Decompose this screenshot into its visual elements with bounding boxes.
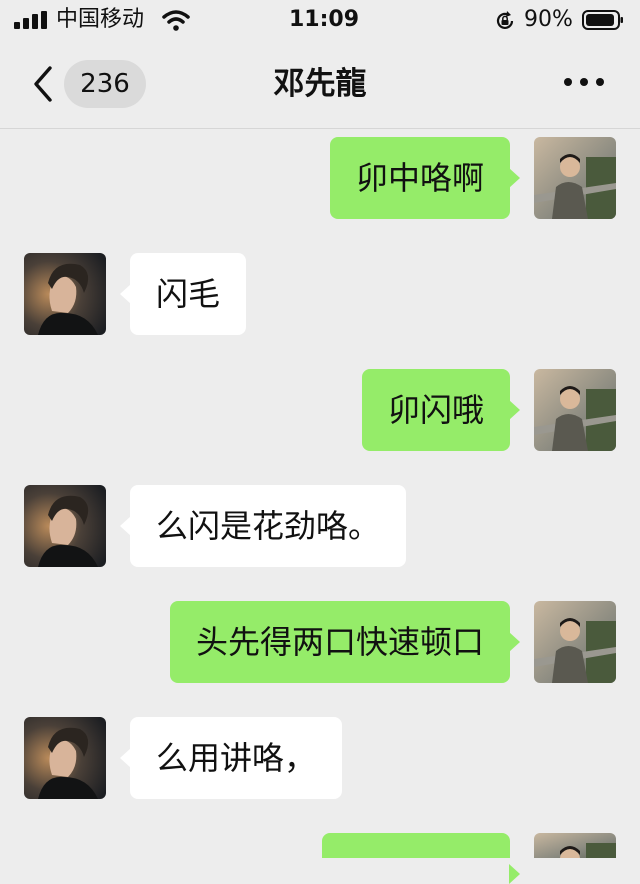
rotation-lock-icon — [496, 11, 514, 30]
avatar-contact[interactable] — [24, 253, 106, 335]
message-bubble-incoming[interactable]: 么用讲咯， — [119, 717, 343, 799]
battery-percent: 90% — [524, 7, 573, 32]
chat-title: 邓先龍 — [273, 66, 367, 102]
more-icon[interactable] — [564, 78, 604, 88]
avatar-contact[interactable] — [24, 485, 106, 567]
status-bar: 中国移动 11:09 90% — [0, 0, 640, 40]
clock: 11:09 — [289, 7, 360, 32]
message-bubble-outgoing[interactable]: 卯中咯啊 — [329, 137, 521, 219]
chat-header: 236 邓先龍 — [0, 40, 640, 129]
message-bubble-outgoing[interactable]: 头先得两口快速顿口 — [169, 601, 521, 683]
carrier-label: 中国移动 — [56, 7, 145, 32]
avatar-self[interactable] — [534, 833, 616, 858]
message-bubble-incoming[interactable]: 么闪是花劲咯。 — [119, 485, 407, 567]
avatar-self[interactable] — [534, 137, 616, 219]
battery-icon — [582, 10, 623, 30]
avatar-self[interactable] — [534, 601, 616, 683]
message-bubble-incoming[interactable]: 闪毛 — [119, 253, 247, 335]
avatar-contact[interactable] — [24, 717, 106, 799]
message-bubble-outgoing[interactable]: 卯闪哦 — [361, 369, 521, 451]
signal-icon — [14, 11, 48, 29]
wifi-icon — [162, 10, 190, 31]
avatar-self[interactable] — [534, 369, 616, 451]
message-bubble-outgoing[interactable] — [322, 833, 520, 884]
